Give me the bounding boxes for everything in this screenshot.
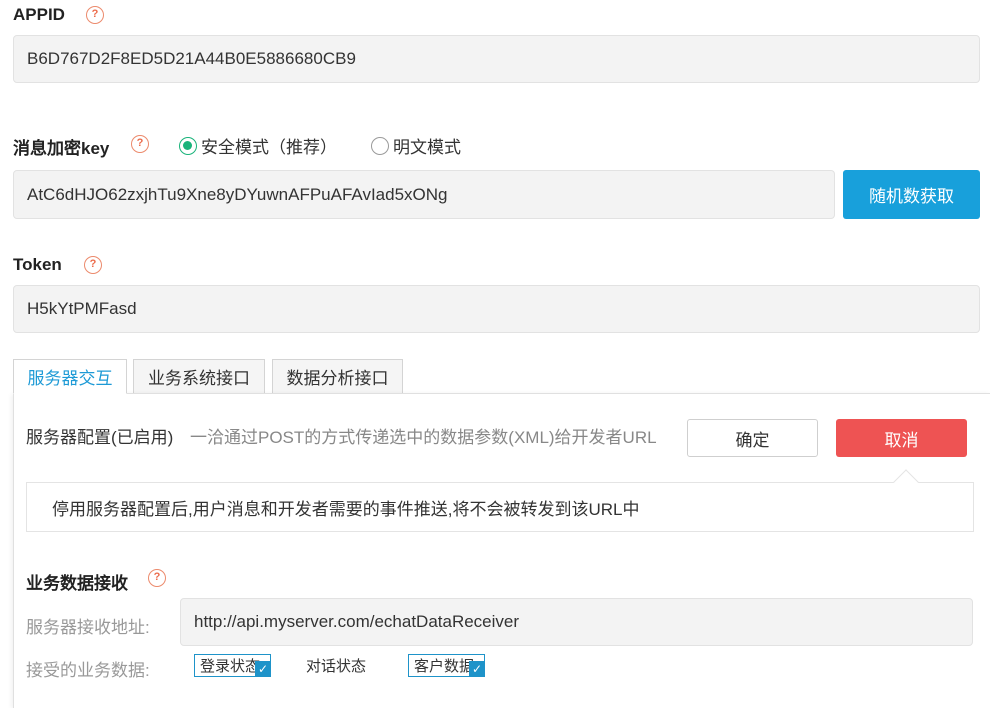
encryption-help-icon[interactable]: ? xyxy=(131,135,149,153)
disable-notice-popover: 停用服务器配置后,用户消息和开发者需要的事件推送,将不会被转发到该URL中 xyxy=(26,482,974,532)
checkbox-conversation-status-label: 对话状态 xyxy=(306,658,367,675)
radio-plain-label: 明文模式 xyxy=(393,138,461,157)
business-data-help-icon[interactable]: ? xyxy=(148,569,166,587)
checkbox-customer-data-label: 客户数据 xyxy=(414,658,475,675)
checkbox-login-status[interactable]: 登录状态 ✓ xyxy=(194,654,271,677)
radio-secure-label: 安全模式（推荐） xyxy=(201,138,337,157)
business-data-title: 业务数据接收 xyxy=(26,574,128,593)
radio-secure-dot[interactable] xyxy=(179,136,197,155)
server-config-title: 服务器配置(已启用) xyxy=(26,428,174,447)
appid-label: APPID xyxy=(13,5,65,24)
tab-data-analysis-api[interactable]: 数据分析接口 xyxy=(272,359,403,394)
radio-plain-dot[interactable] xyxy=(371,136,389,155)
checkmark-icon: ✓ xyxy=(469,661,485,677)
random-key-button[interactable]: 随机数获取 xyxy=(843,170,980,219)
checkbox-customer-data[interactable]: 客户数据 ✓ xyxy=(408,654,485,677)
tab-server-interaction[interactable]: 服务器交互 xyxy=(13,359,127,394)
server-address-field[interactable]: http://api.myserver.com/echatDataReceive… xyxy=(180,598,973,646)
confirm-button[interactable]: 确定 xyxy=(687,419,818,457)
server-config-description: 一洽通过POST的方式传递选中的数据参数(XML)给开发者URL xyxy=(190,428,657,447)
appid-help-icon[interactable]: ? xyxy=(86,6,104,24)
token-label: Token xyxy=(13,255,62,274)
accepted-data-label: 接受的业务数据: xyxy=(26,661,150,680)
radio-secure-mode[interactable]: 安全模式（推荐） xyxy=(179,133,337,158)
encryption-key-field[interactable]: AtC6dHJO62zxjhTu9Xne8yDYuwnAFPuAFAvIad5x… xyxy=(13,170,835,219)
server-address-label: 服务器接收地址: xyxy=(26,618,150,637)
cancel-button[interactable]: 取消 xyxy=(836,419,967,457)
checkbox-login-status-label: 登录状态 xyxy=(200,658,261,675)
tab-business-system-api[interactable]: 业务系统接口 xyxy=(133,359,265,394)
token-field[interactable]: H5kYtPMFasd xyxy=(13,285,980,333)
checkmark-icon: ✓ xyxy=(255,661,271,677)
checkbox-conversation-status[interactable]: 对话状态 xyxy=(301,654,378,677)
appid-field: B6D767D2F8ED5D21A44B0E5886680CB9 xyxy=(13,35,980,83)
encryption-key-label: 消息加密key xyxy=(13,139,110,158)
radio-plain-mode[interactable]: 明文模式 xyxy=(371,133,461,158)
token-help-icon[interactable]: ? xyxy=(84,256,102,274)
